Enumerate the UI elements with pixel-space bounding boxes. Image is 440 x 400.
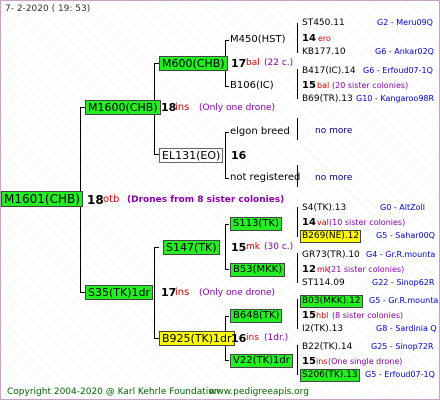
gen4-ref[interactable]: G25 - Sinop72R [371,343,433,351]
gen4-ref[interactable]: G8 - Sardinia Q [376,325,437,333]
gen4-ref[interactable]: G5 - Gr.R.mounta [369,297,438,305]
gen1-dam-note: (Only one drone) [199,103,276,113]
gen1-dam-code: ins [175,102,190,113]
gen1-sire-code: ins [175,287,190,298]
gen3-node[interactable]: elgon breed [230,127,290,137]
date-stamp: 7- 2-2020 ( 19: 53) [5,4,91,14]
gen4-code: bal [317,81,330,90]
site-link[interactable]: www.pedigreeapis.org [209,388,309,397]
gen3-node[interactable]: not registered [230,173,300,183]
gen4-code: val [317,218,329,227]
gen2-note: (30 c.) [264,242,294,252]
gen4-ref[interactable]: G6 - Erfoud07-1Q [363,67,433,75]
copyright: Copyright 2004-2020 @ Karl Kehrle Founda… [7,387,220,397]
gen2-note: (1dr.) [264,333,289,343]
gen4-ref[interactable]: G22 - Sinop62R [372,279,434,287]
gen3-node[interactable]: S113(TK) [230,217,282,231]
gen4-year: 15 [302,80,316,91]
root-note: (Drones from 8 sister colonies) [127,195,285,205]
gen4-year: 14 [302,33,316,44]
gen4-code: ins [316,357,328,366]
gen4-node[interactable]: B03(MKK).12 [300,295,363,308]
gen4-code: ero [318,34,331,43]
gen4-node[interactable]: B417(IC).14 [302,67,356,76]
gen4-node[interactable]: GR73(TR).10 [302,251,360,260]
gen4-ref[interactable]: G4 - Gr.R.mounta [366,251,435,259]
gen3-node[interactable]: V22(TK)1dr [230,354,293,368]
gen4-node[interactable]: KB177.10 [302,48,346,57]
gen2-year: 15 [231,241,247,254]
gen4-code: hbl [316,311,329,320]
gen4-year: 15 [302,356,316,367]
gen2-year: 17 [231,57,247,70]
gen2-code: mk [246,242,260,252]
gen4-ref[interactable]: G0 - AltZoll [380,204,425,212]
root-year: 18 [87,193,104,207]
gen2-year: 16 [231,149,247,162]
no-more-label: no more [315,126,353,136]
gen4-year: 15 [302,310,316,321]
gen2-node[interactable]: M600(CHB) [159,56,228,71]
gen2-note: (22 c.) [264,58,294,68]
gen4-node[interactable]: I2(TK).13 [302,325,343,334]
gen4-note: (10 sister colonies) [329,218,406,227]
gen2-node[interactable]: S147(TK) [163,240,220,255]
gen1-sire-note: (Only one drone) [199,288,276,298]
gen4-ref[interactable]: G5 - Sahar00Q [376,232,435,240]
gen2-code: ins [246,333,259,343]
gen4-ref[interactable]: G5 - Erfoud07-1Q [365,371,435,379]
gen4-year: 14 [302,217,316,228]
gen4-node[interactable]: B22(TK).14 [302,343,352,352]
gen3-node[interactable]: B648(TK) [230,309,283,323]
gen4-note: (8 sister colonies) [332,311,404,320]
gen4-ref[interactable]: G2 - Meru09Q [377,19,433,27]
gen3-node[interactable]: B53(MKK) [230,263,286,277]
gen2-node[interactable]: EL131(EO) [159,148,224,163]
gen4-ref[interactable]: G6 - Ankar02Q [375,48,434,56]
gen3-node[interactable]: M450(HST) [230,35,286,45]
gen4-note: (21 sister colonies) [328,265,405,274]
gen2-year: 16 [231,332,247,345]
gen4-ref[interactable]: G10 - Kangaroo98R [356,95,434,103]
gen4-node[interactable]: B69(TR).13 [302,95,353,104]
gen1-sire[interactable]: S35(TK)1dr [85,285,153,300]
gen2-code: bal [246,58,260,68]
gen4-year: 12 [302,264,316,275]
gen3-node[interactable]: B106(IC) [230,81,274,91]
root-code: otb [103,194,120,205]
gen4-node[interactable]: ST114.09 [302,279,345,288]
gen4-note: (One single drone) [328,357,403,366]
root-queen[interactable]: M1601(CHB) [1,191,83,207]
gen4-node[interactable]: ST450.11 [302,19,345,28]
pedigree-canvas: 7- 2-2020 ( 19: 53) Copyright 2004-2020 … [0,0,440,400]
gen4-node[interactable]: B269(NE).12 [300,230,362,243]
gen4-node[interactable]: S4(TK).13 [302,204,346,213]
gen4-note: (20 sister colonies) [332,81,409,90]
gen4-node[interactable]: S206(TK).13 [300,369,360,382]
no-more-label: no more [315,173,353,183]
gen2-node[interactable]: B925(TK)1dr [159,331,235,346]
gen1-dam[interactable]: M1600(CHB) [85,100,161,115]
